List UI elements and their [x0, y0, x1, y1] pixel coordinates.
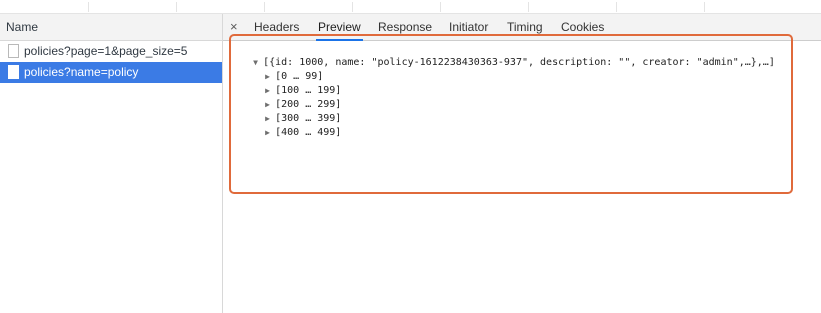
- json-root-text: [{id: 1000, name: "policy-1612238430363-…: [263, 57, 775, 68]
- request-row-policies-page[interactable]: policies?page=1&page_size=5: [0, 41, 222, 62]
- column-divider: [528, 2, 529, 12]
- json-group-label: [0 … 99]: [275, 71, 324, 82]
- collapsed-triangle-icon[interactable]: ▶: [265, 70, 275, 84]
- request-list-panel: Name policies?page=1&page_size=5 policie…: [0, 14, 223, 313]
- column-divider: [264, 2, 265, 12]
- json-preview-tree: ▼ [{id: 1000, name: "policy-1612238430363…: [229, 42, 775, 138]
- column-divider: [88, 2, 89, 12]
- collapsed-triangle-icon[interactable]: ▶: [265, 98, 275, 112]
- column-divider: [176, 2, 177, 12]
- expanded-triangle-icon[interactable]: ▼: [253, 56, 263, 70]
- collapsed-triangle-icon[interactable]: ▶: [265, 126, 275, 140]
- top-strip: [0, 0, 821, 14]
- json-group-label: [100 … 199]: [275, 85, 342, 96]
- document-icon: [8, 44, 19, 58]
- name-column-header[interactable]: Name: [0, 14, 222, 41]
- request-label: policies?name=policy: [24, 65, 139, 79]
- collapsed-triangle-icon[interactable]: ▶: [265, 84, 275, 98]
- json-root-line[interactable]: ▼ [{id: 1000, name: "policy-1612238430363…: [229, 42, 775, 68]
- request-label: policies?page=1&page_size=5: [24, 44, 188, 58]
- column-divider: [704, 2, 705, 12]
- column-divider: [440, 2, 441, 12]
- column-divider: [616, 2, 617, 12]
- document-icon: [8, 65, 19, 79]
- json-group-label: [300 … 399]: [275, 113, 342, 124]
- json-group-label: [200 … 299]: [275, 99, 342, 110]
- request-row-policies-name[interactable]: policies?name=policy: [0, 62, 222, 83]
- collapsed-triangle-icon[interactable]: ▶: [265, 112, 275, 126]
- column-divider: [352, 2, 353, 12]
- json-group-label: [400 … 499]: [275, 127, 342, 138]
